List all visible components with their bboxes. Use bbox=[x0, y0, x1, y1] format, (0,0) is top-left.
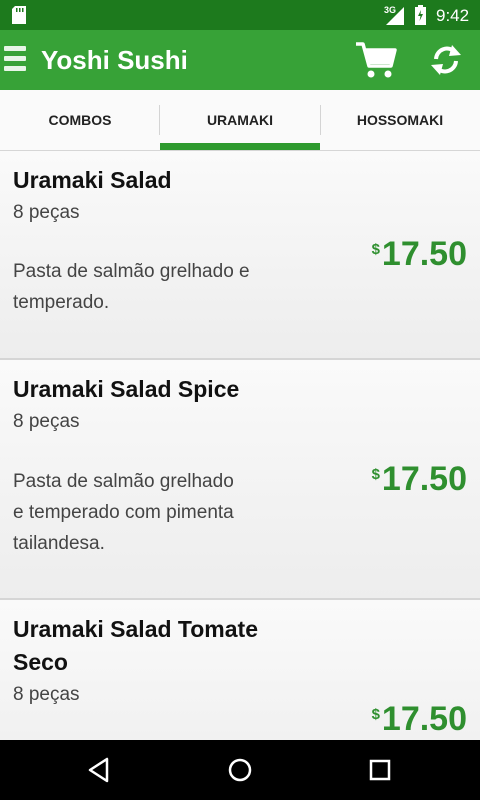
tab-uramaki[interactable]: URAMAKI bbox=[160, 90, 320, 150]
refresh-icon[interactable] bbox=[428, 42, 464, 78]
battery-icon bbox=[415, 5, 426, 25]
currency-symbol: $ bbox=[371, 706, 380, 723]
list-item[interactable]: Uramaki Salad 8 peças Pasta de salmão gr… bbox=[0, 151, 480, 360]
sd-card-icon bbox=[12, 6, 26, 24]
tab-bar: COMBOS URAMAKI HOSSOMAKI bbox=[0, 90, 480, 151]
currency-symbol: $ bbox=[371, 466, 380, 483]
item-price: $17.50 bbox=[372, 235, 467, 274]
currency-symbol: $ bbox=[371, 241, 380, 258]
item-price: $17.50 bbox=[372, 700, 467, 739]
item-quantity: 8 peças bbox=[13, 411, 80, 432]
price-amount: 17.50 bbox=[381, 235, 467, 273]
selected-tab-indicator bbox=[160, 143, 320, 150]
price-amount: 17.50 bbox=[381, 460, 467, 498]
item-name: Uramaki Salad bbox=[13, 167, 172, 193]
item-quantity: 8 peças bbox=[13, 684, 80, 705]
app-title: Yoshi Sushi bbox=[41, 45, 188, 75]
item-quantity: 8 peças bbox=[13, 202, 80, 223]
tab-combos[interactable]: COMBOS bbox=[0, 90, 160, 150]
tab-hossomaki[interactable]: HOSSOMAKI bbox=[320, 90, 480, 150]
list-item[interactable]: Uramaki Salad Spice 8 peças Pasta de sal… bbox=[0, 360, 480, 600]
product-list[interactable]: Uramaki Salad 8 peças Pasta de salmão gr… bbox=[0, 151, 480, 740]
shopping-cart-icon[interactable] bbox=[354, 40, 398, 80]
status-bar: 3G 9:42 bbox=[0, 0, 480, 30]
home-icon[interactable] bbox=[225, 755, 255, 785]
signal-icon bbox=[386, 7, 404, 25]
system-nav-bar bbox=[0, 740, 480, 800]
action-bar: Yoshi Sushi bbox=[0, 30, 480, 90]
item-name: Uramaki Salad Tomate Seco bbox=[13, 616, 259, 675]
price-amount: 17.50 bbox=[381, 700, 467, 738]
item-description: Pasta de salmão grelhado e temperado. bbox=[13, 261, 250, 313]
item-price: $17.50 bbox=[372, 460, 467, 499]
menu-drawer-icon[interactable] bbox=[4, 46, 26, 74]
item-name: Uramaki Salad Spice bbox=[13, 376, 240, 402]
recents-icon[interactable] bbox=[365, 755, 395, 785]
back-icon[interactable] bbox=[85, 755, 115, 785]
status-clock: 9:42 bbox=[436, 6, 470, 25]
item-description: Pasta de salmão grelhado e temperado com … bbox=[13, 471, 234, 554]
list-item[interactable]: Uramaki Salad Tomate Seco 8 peças $17.50 bbox=[0, 600, 480, 740]
